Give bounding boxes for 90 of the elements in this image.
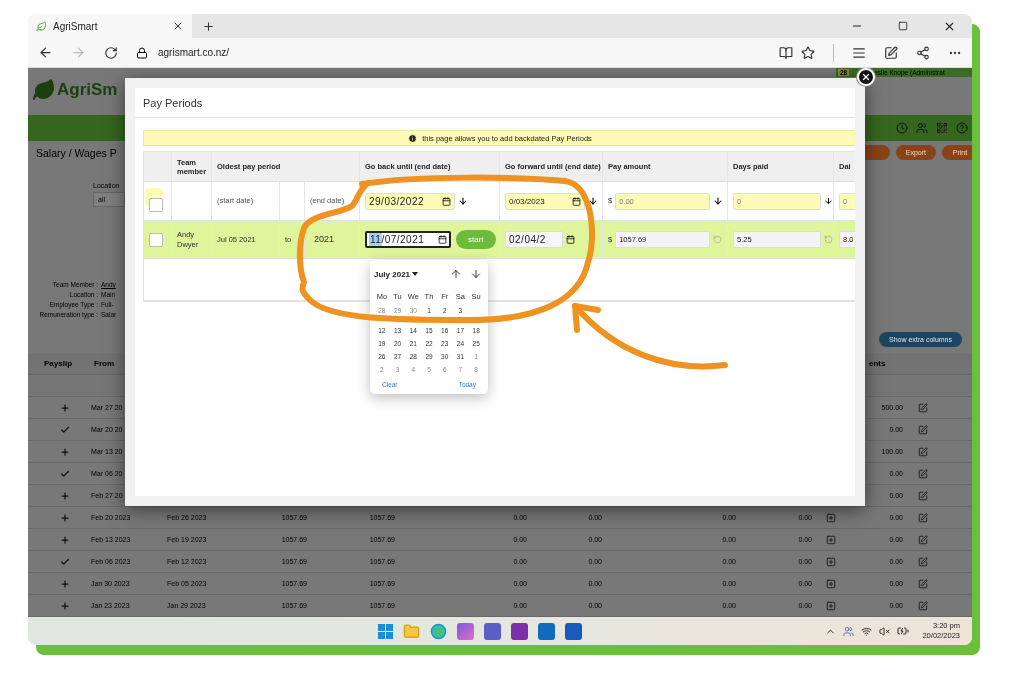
plus-box-icon[interactable]: [825, 556, 836, 567]
plus-icon[interactable]: [60, 490, 70, 501]
leaf-logo-icon: [32, 78, 56, 102]
edit-icon[interactable]: [918, 600, 928, 611]
edit-icon[interactable]: [918, 402, 928, 413]
date-field[interactable]: 11/07/2021: [365, 231, 451, 248]
lock-icon: [136, 46, 148, 59]
arrow-down-icon[interactable]: [588, 196, 598, 206]
arrow-down-icon[interactable]: [713, 196, 724, 206]
star-icon: [801, 45, 815, 60]
battery-icon[interactable]: [897, 625, 910, 637]
close-dialog-button[interactable]: [857, 68, 875, 86]
favorite-button[interactable]: [801, 45, 815, 60]
edit-icon[interactable]: [918, 512, 928, 523]
edit-icon[interactable]: [918, 424, 928, 435]
back-button[interactable]: [38, 45, 53, 60]
clock-icon[interactable]: [896, 121, 908, 134]
plus-box-icon[interactable]: [825, 578, 836, 589]
share-icon: [916, 45, 930, 60]
browser-icon[interactable]: [430, 622, 447, 640]
calendar-icon[interactable]: [442, 196, 451, 206]
refresh-button[interactable]: [104, 45, 118, 60]
refresh-icon: [104, 45, 118, 60]
share-button[interactable]: [916, 45, 930, 60]
plus-icon: [202, 19, 215, 33]
close-icon: [172, 20, 184, 32]
month-dropdown[interactable]: July 2021: [374, 269, 419, 279]
date-field[interactable]: 02/04/2: [505, 231, 563, 248]
date-field[interactable]: 0/03/2023: [505, 192, 585, 210]
edit-icon[interactable]: [918, 468, 928, 479]
hub-button[interactable]: [852, 45, 866, 60]
column-header: From: [93, 359, 115, 368]
calendar-icon[interactable]: [566, 235, 575, 244]
plus-icon[interactable]: [60, 600, 70, 611]
checkbox[interactable]: [149, 232, 163, 247]
edit-icon[interactable]: [918, 556, 928, 567]
check-icon: [60, 424, 70, 435]
edit-icon[interactable]: [918, 446, 928, 457]
leaf-icon: [36, 20, 47, 32]
logo-text: AgriSm: [57, 80, 118, 100]
pen-icon: [884, 45, 898, 60]
help-icon[interactable]: [956, 121, 968, 134]
plus-icon[interactable]: [60, 578, 70, 589]
muted-speaker-icon[interactable]: [879, 625, 891, 637]
app-icon[interactable]: [457, 622, 474, 640]
info-icon: [408, 133, 418, 143]
page-title: Salary / Wages P: [36, 146, 117, 159]
check-icon: [60, 556, 70, 567]
edit-icon[interactable]: [918, 534, 928, 545]
people-icon[interactable]: [843, 625, 855, 637]
plus-box-icon[interactable]: [825, 512, 836, 523]
plus-box-icon[interactable]: [825, 600, 836, 611]
close-tab-button[interactable]: [172, 20, 184, 32]
plus-icon[interactable]: [60, 446, 70, 457]
reading-view-button[interactable]: [779, 45, 793, 60]
date-field[interactable]: 29/03/2022: [365, 192, 455, 210]
lines-icon: [852, 45, 866, 60]
address-field[interactable]: agrismart.co.nz/: [158, 47, 230, 58]
app-icon[interactable]: [565, 622, 582, 640]
plus-icon[interactable]: [60, 512, 70, 523]
edit-icon[interactable]: [918, 490, 928, 501]
windows-icon[interactable]: [378, 623, 393, 639]
app-icon[interactable]: [511, 622, 528, 640]
book-icon: [779, 45, 793, 60]
column-header: ents: [868, 359, 887, 368]
arrow-down-icon[interactable]: [824, 196, 833, 206]
close-icon: [861, 72, 871, 82]
dialog-title: Pay Periods: [135, 88, 855, 118]
qr-icon[interactable]: [936, 121, 948, 134]
app-icon[interactable]: [538, 622, 555, 640]
browser-tab[interactable]: AgriSmart: [28, 14, 192, 38]
caret-icon: [412, 272, 419, 276]
forward-arrow-icon: [71, 45, 86, 60]
edit-icon[interactable]: [918, 578, 928, 589]
arrow-down-icon[interactable]: [458, 196, 468, 206]
plus-box-icon[interactable]: [825, 534, 836, 545]
app-icon[interactable]: [484, 622, 501, 640]
people-icon[interactable]: [916, 121, 928, 134]
plus-icon[interactable]: [60, 402, 70, 413]
table-cell: 2021: [314, 233, 335, 246]
calendar-icon[interactable]: [572, 196, 581, 206]
arrow-up-icon[interactable]: [450, 268, 462, 280]
maximize-icon: [898, 21, 908, 31]
tab-title: AgriSmart: [53, 20, 99, 32]
column-header: Payslip: [43, 359, 73, 368]
check-icon: [60, 468, 70, 479]
notes-button[interactable]: [884, 45, 898, 60]
calendar-icon[interactable]: [438, 235, 447, 244]
plus-icon[interactable]: [60, 534, 70, 545]
wifi-icon[interactable]: [861, 625, 873, 637]
